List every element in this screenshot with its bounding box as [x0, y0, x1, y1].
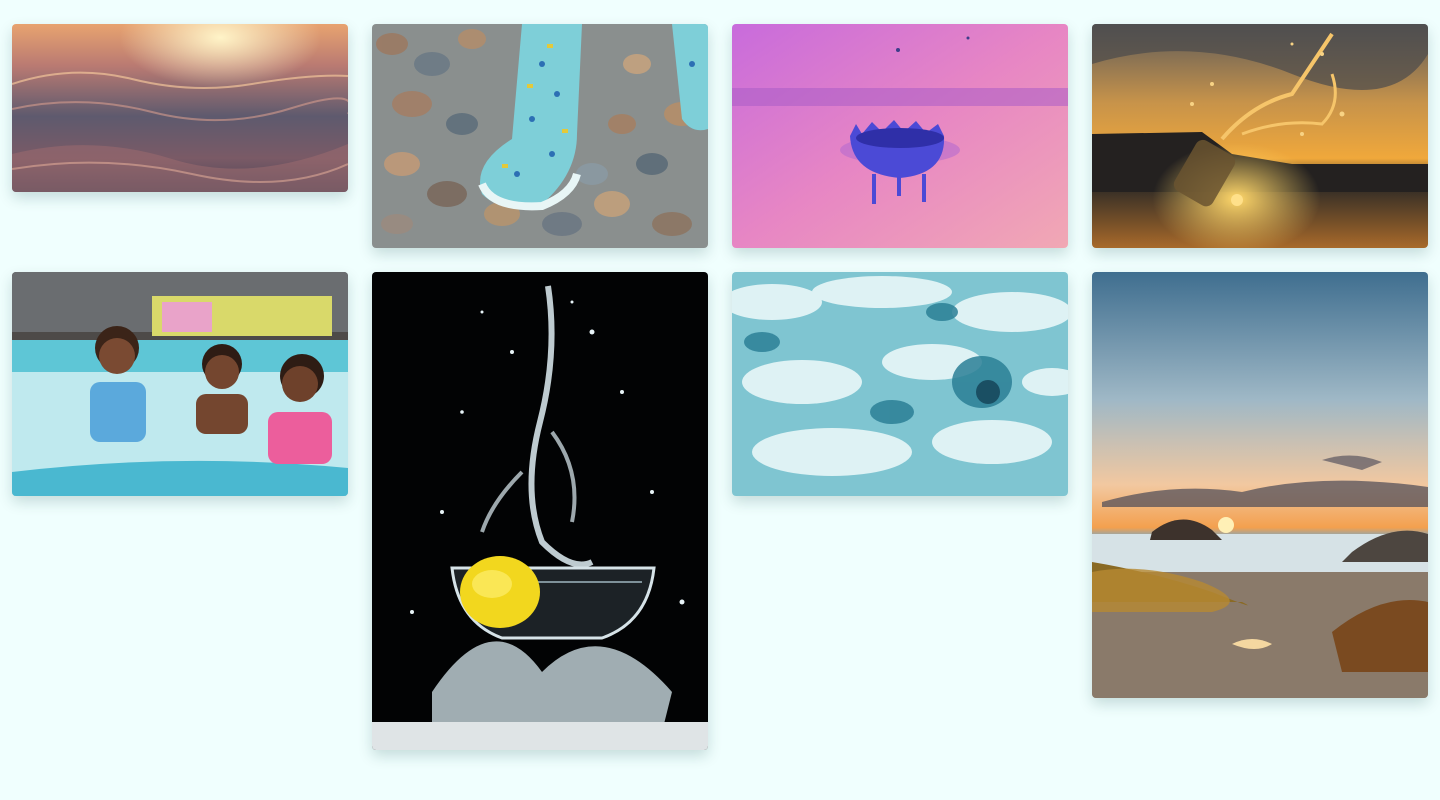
sea-foam-image: [732, 272, 1068, 496]
bottle-splash-image: [1092, 24, 1428, 248]
photo-gallery: [0, 0, 1440, 800]
photo-beach-sunset-rocks[interactable]: [1092, 272, 1428, 698]
rain-boots-image: [372, 24, 708, 248]
photo-children-in-pool[interactable]: [12, 272, 348, 496]
children-in-pool-image: [12, 272, 348, 496]
photo-ocean-wave-sunset[interactable]: [12, 24, 348, 192]
water-drop-crown-image: [732, 24, 1068, 248]
photo-bottle-splash-sunset[interactable]: [1092, 24, 1428, 248]
photo-water-drop-crown-pink[interactable]: [732, 24, 1068, 248]
photo-rain-boots-on-pebbles[interactable]: [372, 24, 708, 248]
lemon-splash-image: [372, 272, 708, 750]
beach-sunset-image: [1092, 272, 1428, 698]
photo-lemon-water-splash[interactable]: [372, 272, 708, 750]
photo-sea-foam-surf[interactable]: [732, 272, 1068, 496]
ocean-wave-image: [12, 24, 348, 192]
